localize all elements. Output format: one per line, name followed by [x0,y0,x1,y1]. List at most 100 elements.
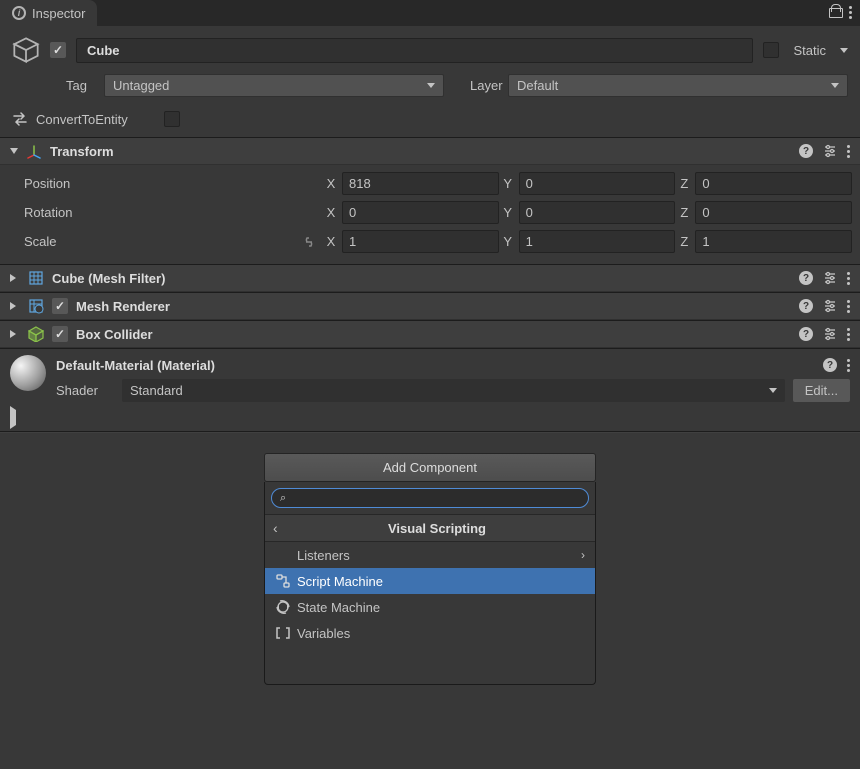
component-menu-icon[interactable] [847,298,850,314]
foldout-icon [10,406,20,429]
tag-label: Tag [66,78,96,93]
mesh-renderer-header[interactable]: Mesh Renderer ? [0,292,860,320]
foldout-icon [10,148,18,154]
scale-z-input[interactable]: 1 [695,230,852,253]
mesh-renderer-checkbox[interactable] [52,298,68,314]
convert-icon [12,112,28,126]
lock-icon[interactable] [829,4,841,18]
static-dropdown-icon[interactable] [840,48,848,53]
popup-item[interactable]: State Machine [265,594,595,620]
position-y-input[interactable]: 0 [519,172,676,195]
component-menu-icon[interactable] [847,326,850,342]
component-menu-icon[interactable] [847,357,850,373]
rotation-label: Rotation [8,205,324,220]
material-title: Default-Material (Material) [56,358,215,373]
popup-item[interactable]: Variables [265,620,595,646]
search-icon: ⌕ [280,492,286,505]
help-icon[interactable]: ? [799,299,813,313]
inspector-tab[interactable]: i Inspector [0,0,97,26]
item-icon [275,547,291,563]
axis-y-label: Y [501,205,515,220]
edit-button[interactable]: Edit... [793,379,850,402]
shader-label: Shader [56,383,114,398]
shader-dropdown[interactable]: Standard [122,379,785,402]
preset-icon[interactable] [823,271,837,285]
link-icon[interactable] [300,235,318,249]
layer-label: Layer [470,78,500,93]
help-icon[interactable]: ? [823,358,837,372]
popup-item[interactable]: Listeners› [265,542,595,568]
component-menu-icon[interactable] [847,270,850,286]
foldout-icon [10,302,20,310]
convert-checkbox[interactable] [164,111,180,127]
scale-label: Scale [8,234,324,249]
component-search-field[interactable] [292,491,580,505]
rotation-y-input[interactable]: 0 [519,201,676,224]
preset-icon[interactable] [823,144,837,158]
popup-item[interactable]: Script Machine [265,568,595,594]
mesh-renderer-title: Mesh Renderer [76,299,791,314]
item-label: Listeners [297,548,575,563]
add-component-button[interactable]: Add Component [264,453,596,482]
convert-label: ConvertToEntity [36,112,128,127]
item-label: Variables [297,626,585,641]
scale-y-input[interactable]: 1 [519,230,676,253]
layer-dropdown[interactable]: Default [508,74,848,97]
tag-layer-row: Tag Untagged Layer Default [0,72,860,107]
material-preview-icon [10,355,46,391]
component-search-input[interactable]: ⌕ [271,488,589,508]
tab-menu-icon[interactable] [849,4,852,20]
axis-z-label: Z [677,234,691,249]
material-foldout[interactable] [0,410,860,431]
help-icon[interactable]: ? [799,271,813,285]
item-label: Script Machine [297,574,585,589]
object-enabled-checkbox[interactable] [50,42,66,58]
popup-list: Listeners› Script Machine State Machine Var… [265,542,595,646]
transform-title: Transform [50,144,791,159]
preset-icon[interactable] [823,299,837,313]
component-menu-icon[interactable] [847,143,850,159]
tag-value: Untagged [113,78,169,93]
mesh-icon [28,270,44,286]
transform-header[interactable]: Transform ? [0,137,860,165]
transform-body: Position X818 Y0 Z0 Rotation X0 Y0 Z0 Sc… [0,165,860,264]
box-collider-header[interactable]: Box Collider ? [0,320,860,348]
material-block: Default-Material (Material) ? Shader Sta… [0,348,860,410]
foldout-icon [10,330,20,338]
position-x-input[interactable]: 818 [342,172,499,195]
help-icon[interactable]: ? [799,327,813,341]
axis-z-label: Z [677,205,691,220]
footer: Add Component ⌕ ‹ Visual Scripting Liste… [0,433,860,685]
preset-icon[interactable] [823,327,837,341]
mesh-filter-header[interactable]: Cube (Mesh Filter) ? [0,264,860,292]
object-name-field[interactable]: Cube [76,38,753,63]
dropdown-icon [831,83,839,88]
dropdown-icon [427,83,435,88]
tab-bar: i Inspector [0,0,860,26]
scale-x-input[interactable]: 1 [342,230,499,253]
renderer-icon [28,298,44,314]
convert-entity-row: ConvertToEntity [0,107,860,137]
info-icon: i [12,6,26,20]
axis-z-label: Z [677,176,691,191]
position-z-input[interactable]: 0 [695,172,852,195]
add-component-popup: ⌕ ‹ Visual Scripting Listeners› Script Ma… [264,482,596,685]
tag-dropdown[interactable]: Untagged [104,74,444,97]
popup-title: Visual Scripting [287,521,587,536]
rotation-x-input[interactable]: 0 [342,201,499,224]
box-collider-title: Box Collider [76,327,791,342]
item-icon [275,573,291,589]
shader-value: Standard [130,383,183,398]
position-label: Position [8,176,324,191]
rotation-z-input[interactable]: 0 [695,201,852,224]
back-icon[interactable]: ‹ [273,520,287,536]
cube-icon [12,36,40,64]
axis-y-label: Y [501,176,515,191]
axis-x-label: X [324,205,338,220]
help-icon[interactable]: ? [799,144,813,158]
box-collider-checkbox[interactable] [52,326,68,342]
collider-icon [28,326,44,342]
popup-spacer [265,646,595,684]
axis-x-label: X [324,176,338,191]
static-checkbox[interactable] [763,42,779,58]
